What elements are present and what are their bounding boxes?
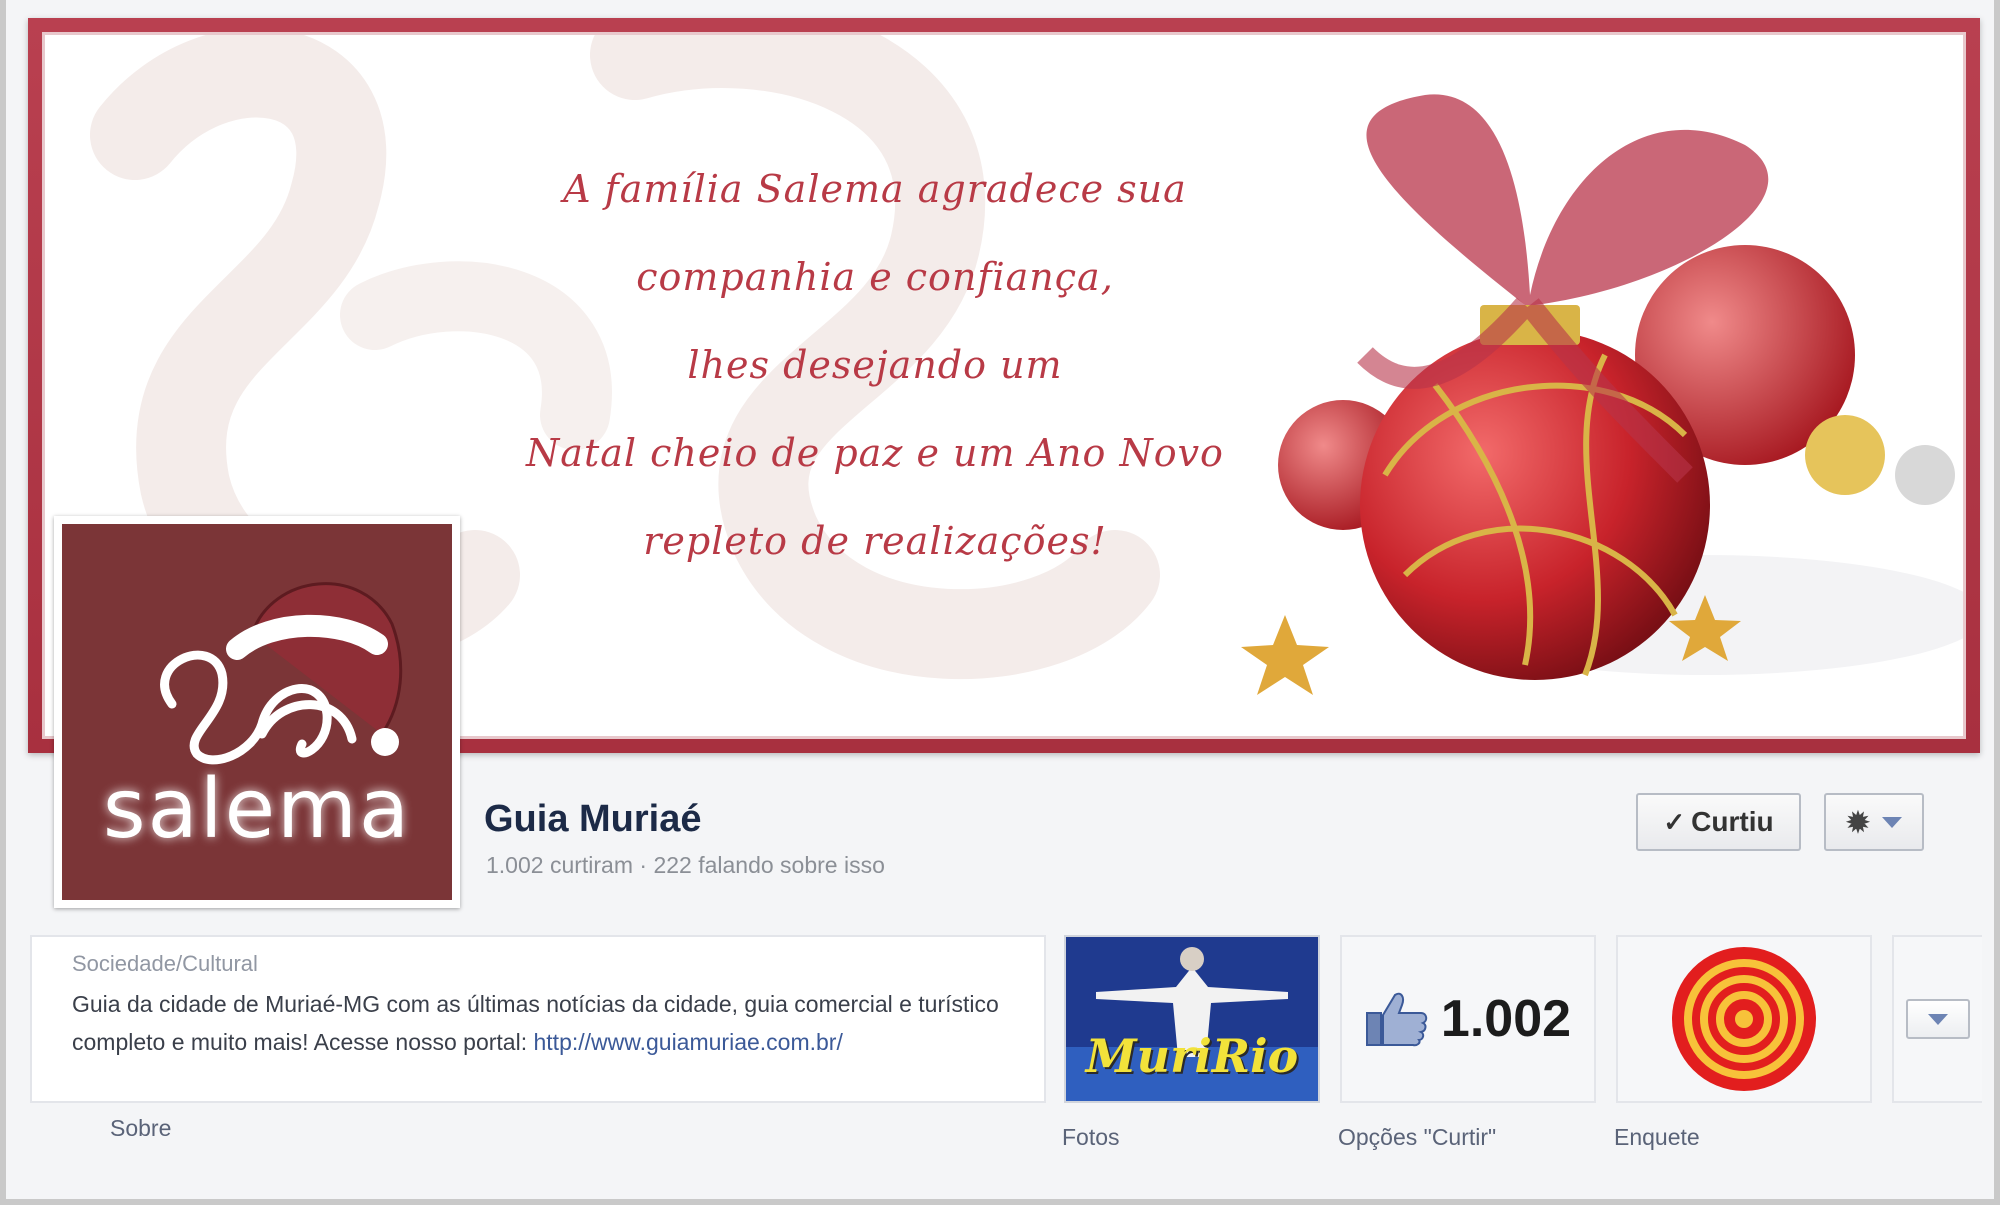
liked-button[interactable]: ✓ Curtiu [1636, 793, 1801, 851]
website-link[interactable]: http://www.guiamuriae.com.br/ [534, 1029, 843, 1055]
more-apps-tile [1892, 935, 1982, 1103]
chevron-down-icon [1881, 816, 1902, 828]
check-icon: ✓ [1663, 806, 1686, 837]
photos-tile[interactable]: MuriRio [1064, 935, 1320, 1103]
greeting-line: A família Salema agradece sua [563, 167, 1187, 211]
gear-icon: ✹ [1846, 806, 1870, 838]
like-count: 1.002 [1440, 990, 1572, 1048]
page-stats: 1.002 curtiram · 222 falando sobre isso [486, 852, 885, 878]
santa-hat-logo [160, 582, 403, 765]
tab-poll[interactable]: Enquete [1614, 1124, 1700, 1151]
tab-photos[interactable]: Fotos [1062, 1124, 1120, 1151]
thumbs-up-icon [1365, 992, 1428, 1047]
more-apps-button[interactable] [1906, 999, 1970, 1039]
greeting-line: repleto de realizações! [643, 519, 1107, 563]
christmas-ornament-image [1241, 94, 1963, 695]
settings-button[interactable]: ✹ [1824, 793, 1924, 851]
poll-tile[interactable] [1616, 935, 1872, 1103]
liked-label: Curtiu [1691, 806, 1774, 837]
page-category: Sociedade/Cultural [72, 951, 258, 976]
greeting-message: A família Salema agradece sua companhia … [465, 145, 1285, 585]
page-title[interactable]: Guia Muriaé [484, 798, 702, 841]
tab-like-options[interactable]: Opções "Curtir" [1338, 1124, 1496, 1151]
greeting-line: companhia e confiança, [636, 255, 1114, 299]
about-box[interactable]: Sociedade/Cultural Guia da cidade de Mur… [30, 935, 1046, 1103]
muririo-caption: MuriRio [1085, 1029, 1299, 1083]
greeting-line: lhes desejando um [687, 343, 1063, 387]
poll-target-icon [1672, 947, 1816, 1091]
chevron-down-icon [1928, 1013, 1948, 1025]
greeting-line: Natal cheio de paz e um Ano Novo [526, 431, 1224, 475]
facebook-page: A família Salema agradece sua companhia … [0, 0, 2000, 1205]
page-description: Guia da cidade de Muriaé-MG com as últim… [72, 985, 1004, 1061]
profile-picture[interactable]: salema [54, 516, 460, 908]
profile-picture-inner: salema [62, 524, 452, 900]
likes-tile[interactable]: 1.002 [1340, 935, 1596, 1103]
tab-about[interactable]: Sobre [110, 1115, 171, 1142]
brand-name: salema [102, 762, 412, 857]
